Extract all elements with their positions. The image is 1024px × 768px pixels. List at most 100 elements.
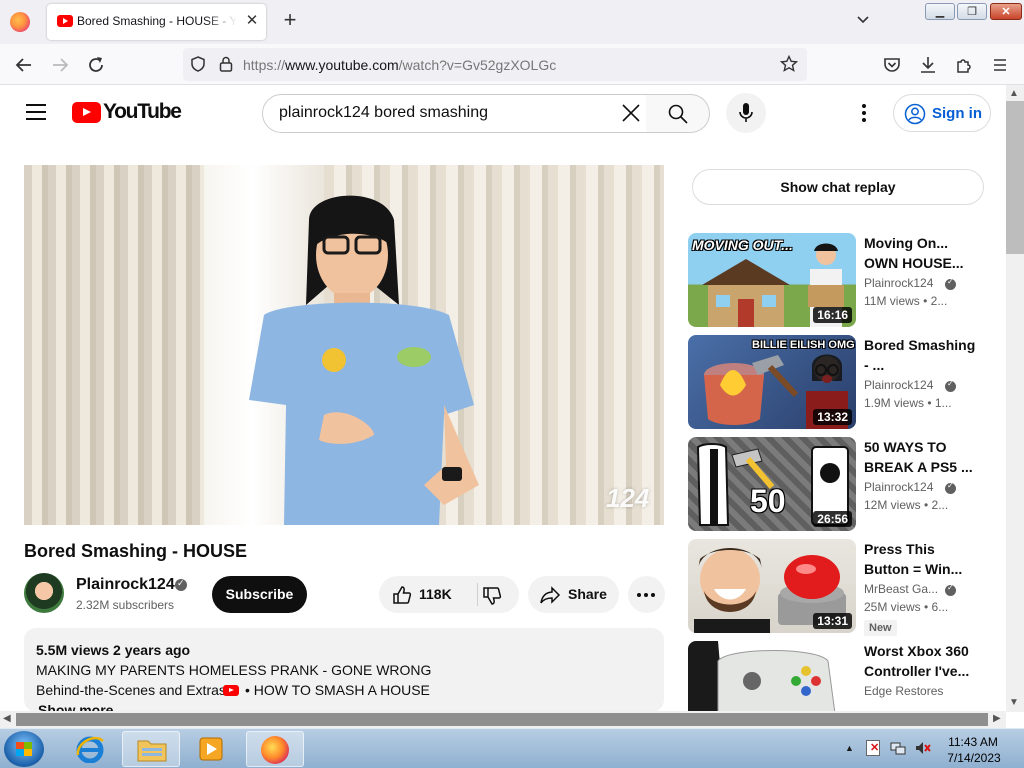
show-hidden-icons-arrow[interactable]: ▲: [845, 743, 854, 753]
window-restore-button[interactable]: ❐: [957, 3, 987, 20]
like-dislike-group: 118K: [379, 576, 519, 613]
channel-watermark: 124: [606, 483, 650, 513]
volume-muted-icon[interactable]: [914, 740, 932, 756]
bookmark-star-icon[interactable]: [779, 54, 799, 73]
recommended-title[interactable]: Press This Button = Win...: [864, 539, 976, 579]
video-player[interactable]: 124: [24, 165, 664, 525]
clock-time[interactable]: 11:43 AM: [948, 735, 998, 749]
youtube-link-icon: [223, 685, 239, 696]
subscribe-button[interactable]: Subscribe: [212, 576, 307, 613]
description-box[interactable]: 5.5M views 2 years ago MAKING MY PARENTS…: [24, 628, 664, 712]
tab-title: Bored Smashing - HOUSE - YouTube: [77, 14, 237, 28]
scroll-down-arrow-icon[interactable]: ▼: [1009, 697, 1019, 708]
file-explorer-taskbar-button[interactable]: [122, 731, 180, 767]
address-bar[interactable]: https://www.youtube.com/watch?v=Gv52gzXO…: [183, 48, 807, 81]
video-thumbnail[interactable]: [688, 641, 856, 711]
app-menu-icon[interactable]: [989, 54, 1011, 76]
description-line: Behind-the-Scenes and Extras!: [36, 682, 230, 698]
new-tab-button[interactable]: +: [280, 9, 300, 32]
list-all-tabs-icon[interactable]: [856, 12, 872, 28]
windows-taskbar: ▲ ✕ 11:43 AM 7/14/2023: [0, 728, 1024, 768]
show-chat-replay-button[interactable]: Show chat replay: [692, 169, 984, 205]
recommended-title[interactable]: Worst Xbox 360 Controller I've...: [864, 641, 976, 681]
recommended-meta: 25M views • 6...: [864, 600, 949, 614]
person-figure-image: [249, 195, 479, 525]
recommended-channel[interactable]: Plainrock124: [864, 480, 933, 494]
video-title: Bored Smashing - HOUSE: [24, 541, 248, 561]
horizontal-scroll-thumb[interactable]: [16, 713, 988, 726]
window-close-button[interactable]: ✕: [990, 3, 1022, 20]
tracking-shield-icon[interactable]: [189, 55, 207, 73]
clear-search-icon[interactable]: [620, 101, 642, 125]
like-thumbs-up-icon[interactable]: [391, 584, 413, 606]
search-button[interactable]: [646, 94, 710, 133]
recommended-channel[interactable]: Plainrock124: [864, 276, 933, 290]
share-arrow-icon: [540, 586, 561, 604]
recommended-video[interactable]: MOVING OUT... 16:16 Moving On... OWN HOU…: [688, 233, 1004, 327]
vertical-scroll-thumb[interactable]: [1006, 101, 1024, 254]
description-video-link[interactable]: • HOW TO SMASH A HOUSE: [245, 682, 430, 698]
internet-explorer-taskbar-button[interactable]: [62, 731, 120, 767]
channel-avatar[interactable]: [24, 573, 64, 613]
recommended-meta: 1.9M views • 1...: [864, 396, 952, 410]
recommended-video[interactable]: 50 26:56 50 WAYS TO BREAK A PS5 ... Plai…: [688, 437, 1004, 531]
forward-arrow-icon[interactable]: [49, 54, 71, 76]
video-duration: 13:31: [813, 613, 852, 629]
video-thumbnail[interactable]: 13:31: [688, 539, 856, 633]
video-duration: 16:16: [813, 307, 852, 323]
action-center-flag-icon[interactable]: ✕: [866, 740, 880, 756]
pocket-icon[interactable]: [881, 54, 903, 76]
video-thumbnail[interactable]: BILLIE EILISH OMG 13:32: [688, 335, 856, 429]
scroll-left-arrow-icon[interactable]: ◀: [3, 713, 11, 724]
channel-name-link[interactable]: Plainrock124: [76, 576, 175, 594]
voice-search-button[interactable]: [726, 93, 766, 133]
recommended-video[interactable]: Worst Xbox 360 Controller I've... Edge R…: [688, 641, 1004, 711]
microphone-icon: [739, 103, 753, 122]
search-input[interactable]: [277, 103, 597, 123]
search-box[interactable]: [262, 94, 647, 133]
window-minimize-button[interactable]: ▁: [925, 3, 955, 20]
recommended-channel[interactable]: MrBeast Ga...: [864, 582, 938, 596]
recommended-title[interactable]: 50 WAYS TO BREAK A PS5 ...: [864, 437, 976, 477]
recommended-title[interactable]: Moving On... OWN HOUSE...: [864, 233, 976, 273]
firefox-taskbar-button[interactable]: [246, 731, 304, 767]
downloads-icon[interactable]: [917, 54, 939, 76]
description-line: MAKING MY PARENTS HOMELESS PRANK - GONE …: [36, 662, 432, 678]
recommended-video[interactable]: BILLIE EILISH OMG 13:32 Bored Smashing -…: [688, 335, 1004, 429]
reload-icon[interactable]: [85, 54, 107, 76]
youtube-logo-text[interactable]: YouTube: [103, 100, 182, 124]
video-thumbnail[interactable]: 50 26:56: [688, 437, 856, 531]
settings-more-icon[interactable]: [856, 102, 872, 124]
media-player-taskbar-button[interactable]: [182, 731, 240, 767]
like-count[interactable]: 118K: [419, 586, 452, 602]
dislike-thumbs-down-icon[interactable]: [481, 585, 503, 607]
scroll-up-arrow-icon[interactable]: ▲: [1009, 88, 1019, 99]
recommended-video[interactable]: 13:31 Press This Button = Win... MrBeast…: [688, 539, 1004, 636]
extensions-icon[interactable]: [953, 54, 975, 76]
lock-icon[interactable]: [217, 55, 235, 73]
youtube-favicon-icon: [57, 15, 73, 27]
more-actions-button[interactable]: [628, 576, 665, 613]
guide-menu-icon[interactable]: [26, 104, 46, 120]
back-arrow-icon[interactable]: [13, 54, 35, 76]
clock-date[interactable]: 7/14/2023: [944, 751, 1004, 765]
sign-in-button[interactable]: Sign in: [893, 94, 991, 132]
browser-tab-active[interactable]: Bored Smashing - HOUSE - YouTube ✕: [47, 4, 266, 40]
url-domain: www.youtube.com: [285, 57, 399, 73]
youtube-logo-icon[interactable]: [72, 102, 101, 123]
url-text[interactable]: https://www.youtube.com/watch?v=Gv52gzXO…: [243, 57, 556, 73]
recommended-meta: 11M views • 2...: [864, 294, 948, 308]
thumbnail-caption: MOVING OUT...: [692, 237, 793, 253]
recommended-title[interactable]: Bored Smashing - ...: [864, 335, 976, 375]
recommended-meta: 12M views • 2...: [864, 498, 949, 512]
recommended-channel[interactable]: Edge Restores: [864, 684, 943, 698]
start-button[interactable]: [4, 731, 44, 767]
video-thumbnail[interactable]: MOVING OUT... 16:16: [688, 233, 856, 327]
scroll-right-arrow-icon[interactable]: ▶: [993, 713, 1001, 724]
share-button[interactable]: Share: [528, 576, 619, 613]
tab-close-icon[interactable]: ✕: [243, 12, 261, 30]
recommended-channel[interactable]: Plainrock124: [864, 378, 933, 392]
firefox-icon[interactable]: [10, 12, 30, 32]
network-icon[interactable]: [890, 740, 906, 756]
subscriber-count: 2.32M subscribers: [76, 598, 175, 612]
